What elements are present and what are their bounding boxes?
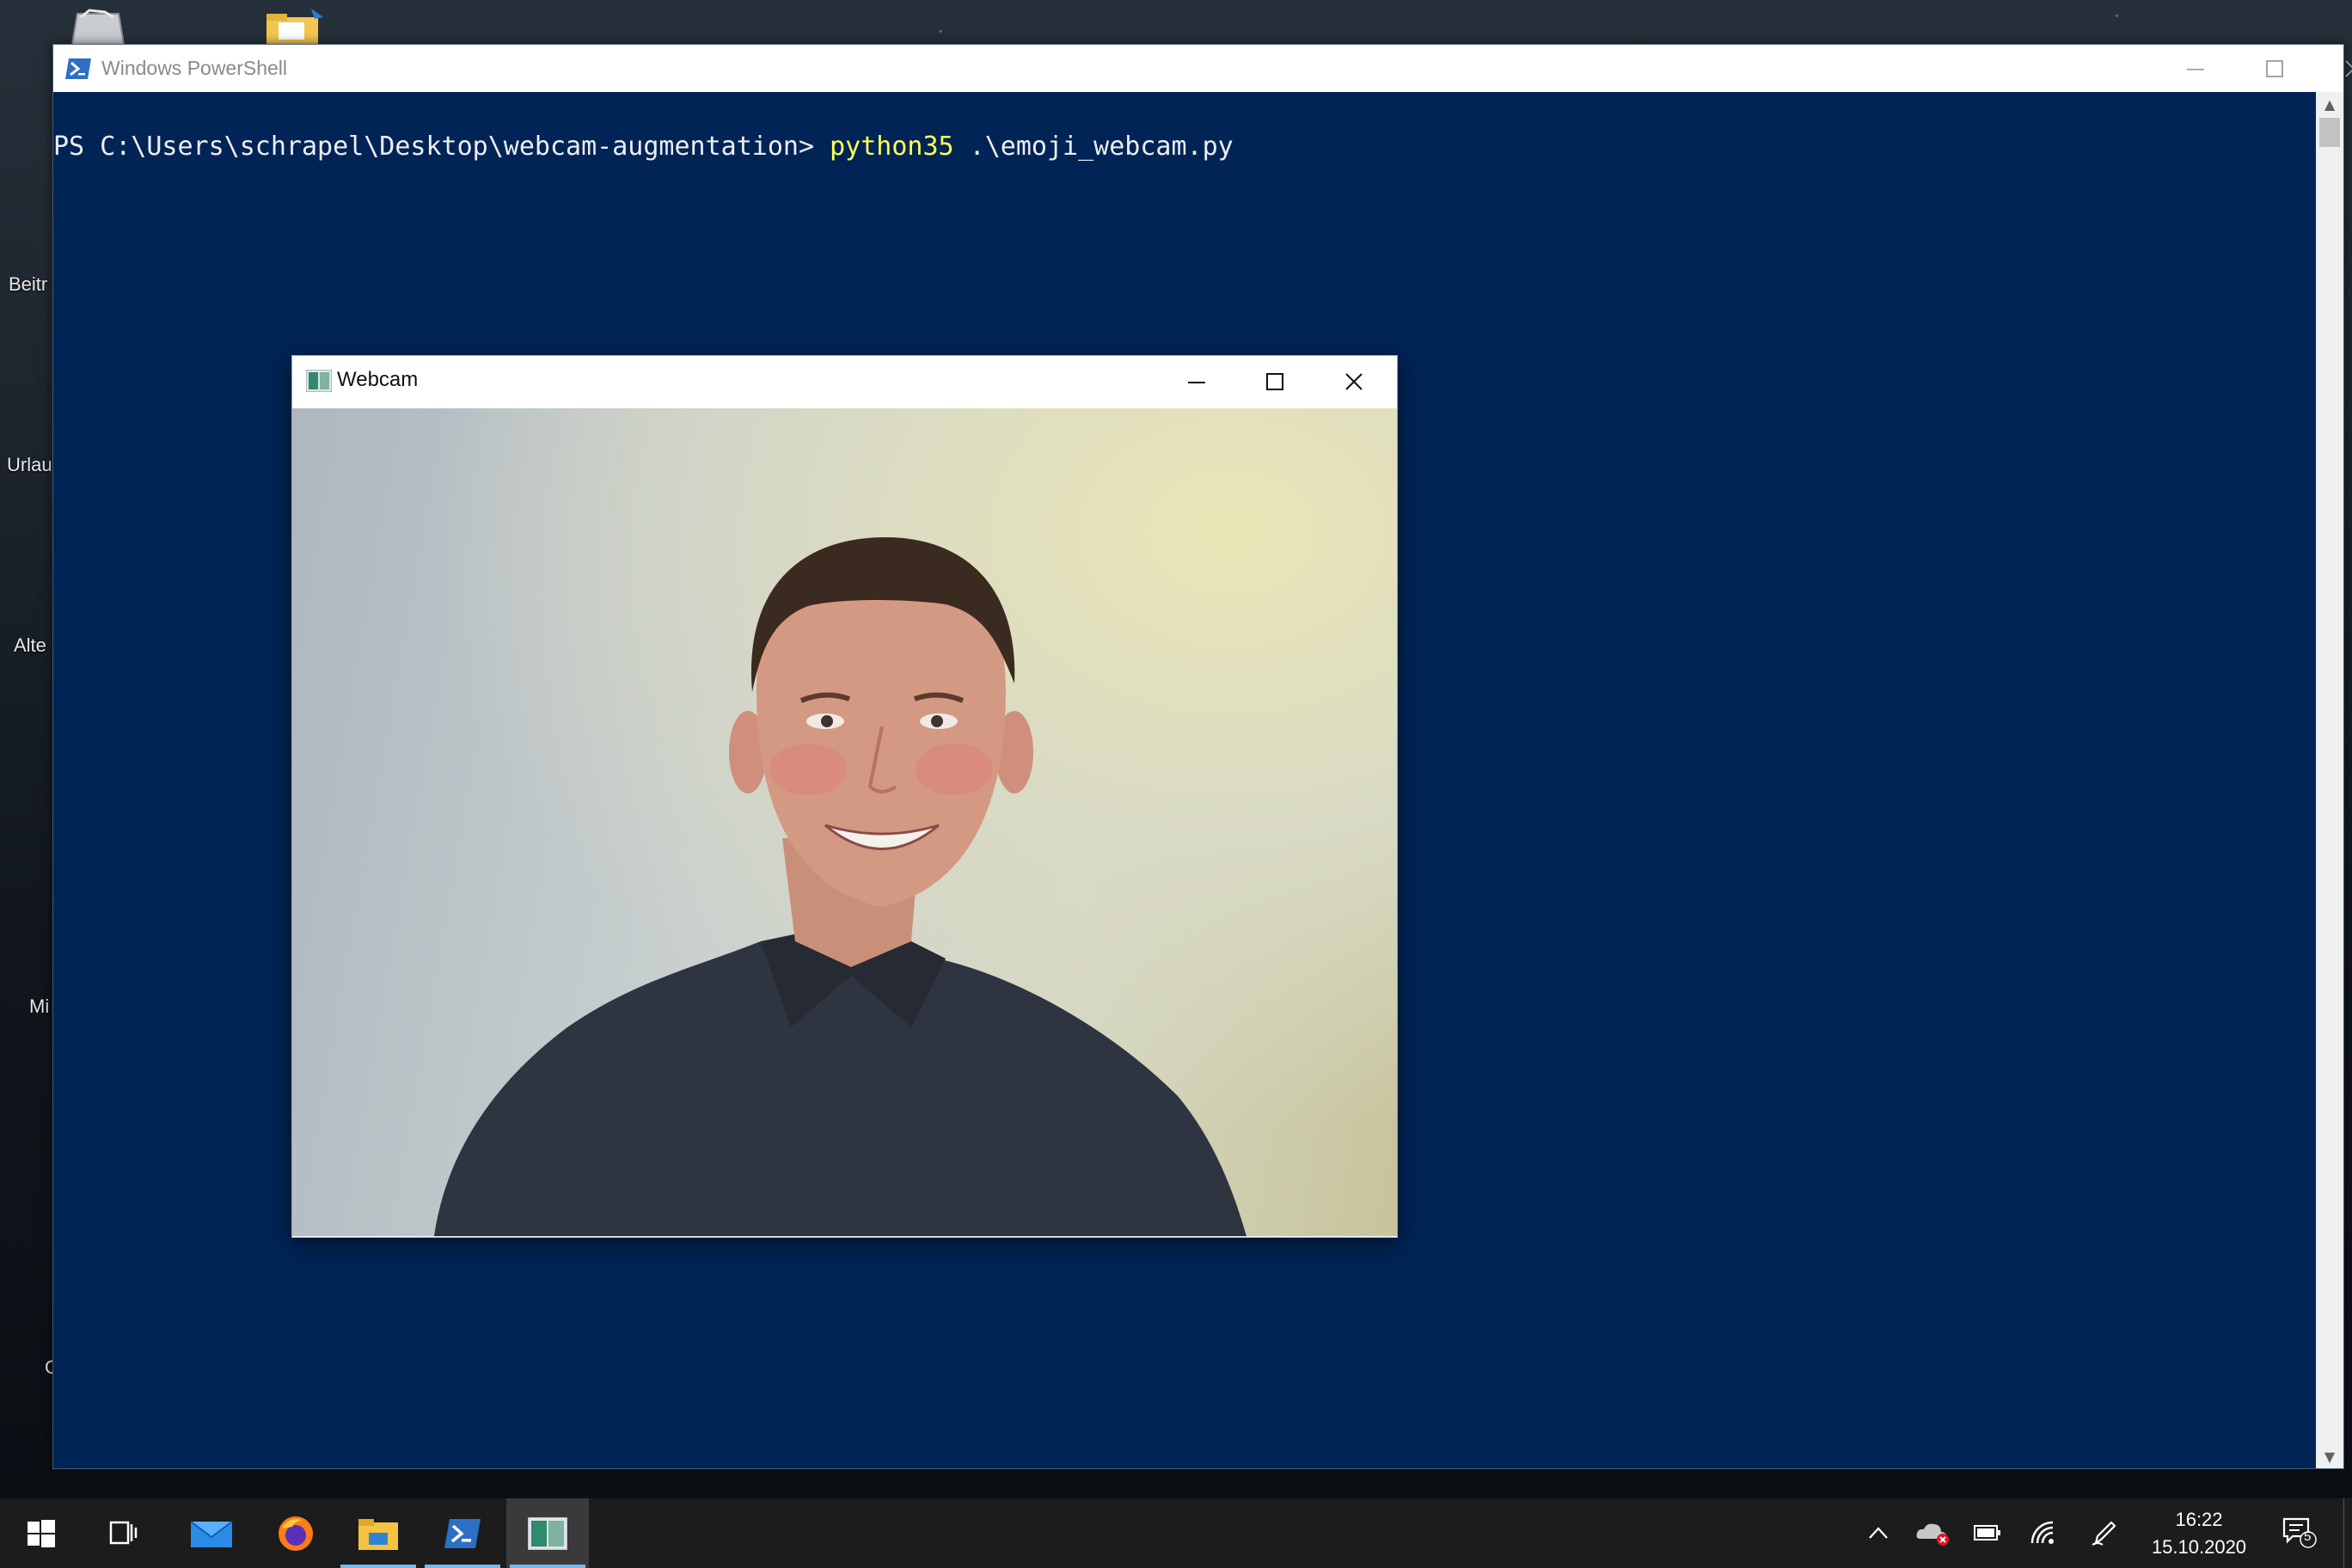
start-button[interactable] — [0, 1498, 83, 1568]
clock-time[interactable]: 16:22 — [2139, 1509, 2259, 1531]
clock-date[interactable]: 15.10.2020 — [2139, 1536, 2259, 1559]
close-icon — [2345, 59, 2352, 77]
taskbar-file-explorer[interactable] — [337, 1498, 420, 1568]
person-in-frame — [434, 537, 1246, 1236]
taskbar-firefox[interactable] — [254, 1498, 337, 1568]
powershell-icon — [444, 1518, 481, 1548]
action-center-button[interactable]: 5 — [2278, 1517, 2321, 1548]
minimize-icon — [1188, 382, 1205, 383]
console-args: .\emoji_webcam.py — [953, 132, 1234, 162]
close-icon — [1345, 373, 1363, 390]
show-desktop-button[interactable] — [2343, 1498, 2352, 1568]
taskbar-mail[interactable] — [170, 1498, 253, 1568]
webcam-app-icon — [528, 1516, 567, 1550]
onedrive-button[interactable] — [1915, 1517, 1950, 1548]
pen-icon — [2092, 1521, 2116, 1546]
webcam-minimize-button[interactable] — [1450, 356, 1528, 407]
running-indicator — [425, 1565, 500, 1568]
console-command: python35 — [830, 132, 954, 162]
pen-workspace-button[interactable] — [2087, 1517, 2122, 1548]
scroll-thumb[interactable] — [2319, 118, 2340, 147]
scroll-down-icon[interactable]: ▼ — [2316, 1444, 2343, 1468]
notifications-icon — [2282, 1517, 2317, 1548]
folder-icon — [358, 1518, 398, 1550]
webcam-video-frame — [292, 408, 1397, 1236]
console-prompt: PS C:\Users\schrapel\Desktop\webcam-augm… — [53, 132, 830, 162]
task-view-icon — [109, 1521, 138, 1544]
onedrive-error-icon — [1916, 1523, 1949, 1546]
taskbar-powershell[interactable] — [421, 1498, 504, 1568]
minimize-button[interactable] — [2156, 45, 2235, 92]
desktop-label-4[interactable]: Mi — [29, 995, 49, 1018]
task-view-button[interactable] — [83, 1498, 165, 1568]
taskbar-webcam[interactable] — [506, 1498, 589, 1568]
scroll-up-icon[interactable]: ▲ — [2316, 92, 2343, 116]
show-hidden-icons-button[interactable] — [1861, 1517, 1896, 1548]
running-indicator — [340, 1565, 416, 1568]
powershell-icon — [65, 58, 91, 79]
minimize-icon — [2187, 68, 2204, 70]
desktop-label-2[interactable]: Urlau — [7, 454, 52, 476]
notifications-count: 5 — [2304, 1529, 2312, 1544]
network-button[interactable] — [2027, 1517, 2061, 1548]
recycle-bin-icon[interactable] — [64, 7, 132, 46]
webcam-close-button[interactable] — [1315, 356, 1393, 407]
battery-icon — [1974, 1525, 2000, 1540]
desktop-label-3[interactable]: Alte — [14, 634, 46, 657]
webcam-app-icon — [305, 369, 333, 395]
webcam-minimize-button[interactable] — [1158, 356, 1235, 407]
close-button[interactable] — [2314, 45, 2352, 92]
maximize-icon — [1266, 373, 1283, 390]
windows-logo-icon — [28, 1519, 55, 1547]
maximize-button[interactable] — [2235, 45, 2314, 92]
running-indicator — [510, 1565, 585, 1568]
battery-button[interactable] — [1970, 1517, 2005, 1548]
maximize-icon — [2266, 59, 2283, 77]
desktop-label-1[interactable]: Beitr — [9, 273, 47, 296]
mail-icon — [191, 1520, 232, 1547]
webcam-window[interactable]: Webcam — [291, 355, 1398, 1238]
folder-shortcut-icon[interactable] — [263, 7, 332, 45]
firefox-icon — [279, 1516, 313, 1551]
webcam-maximize-button[interactable] — [1236, 356, 1314, 407]
wifi-icon — [2030, 1521, 2054, 1544]
powershell-title: Windows PowerShell — [101, 57, 288, 79]
webcam-title: Webcam — [337, 368, 419, 391]
taskbar: 16:22 15.10.2020 5 — [0, 1498, 2352, 1568]
powershell-titlebar[interactable]: Windows PowerShell — [53, 45, 2352, 92]
webcam-titlebar[interactable]: Webcam — [292, 356, 1397, 407]
console-line: PS C:\Users\schrapel\Desktop\webcam-augm… — [53, 132, 1234, 162]
chevron-up-icon — [1869, 1527, 1888, 1539]
console-scrollbar[interactable]: ▲ ▼ — [2316, 92, 2343, 1468]
